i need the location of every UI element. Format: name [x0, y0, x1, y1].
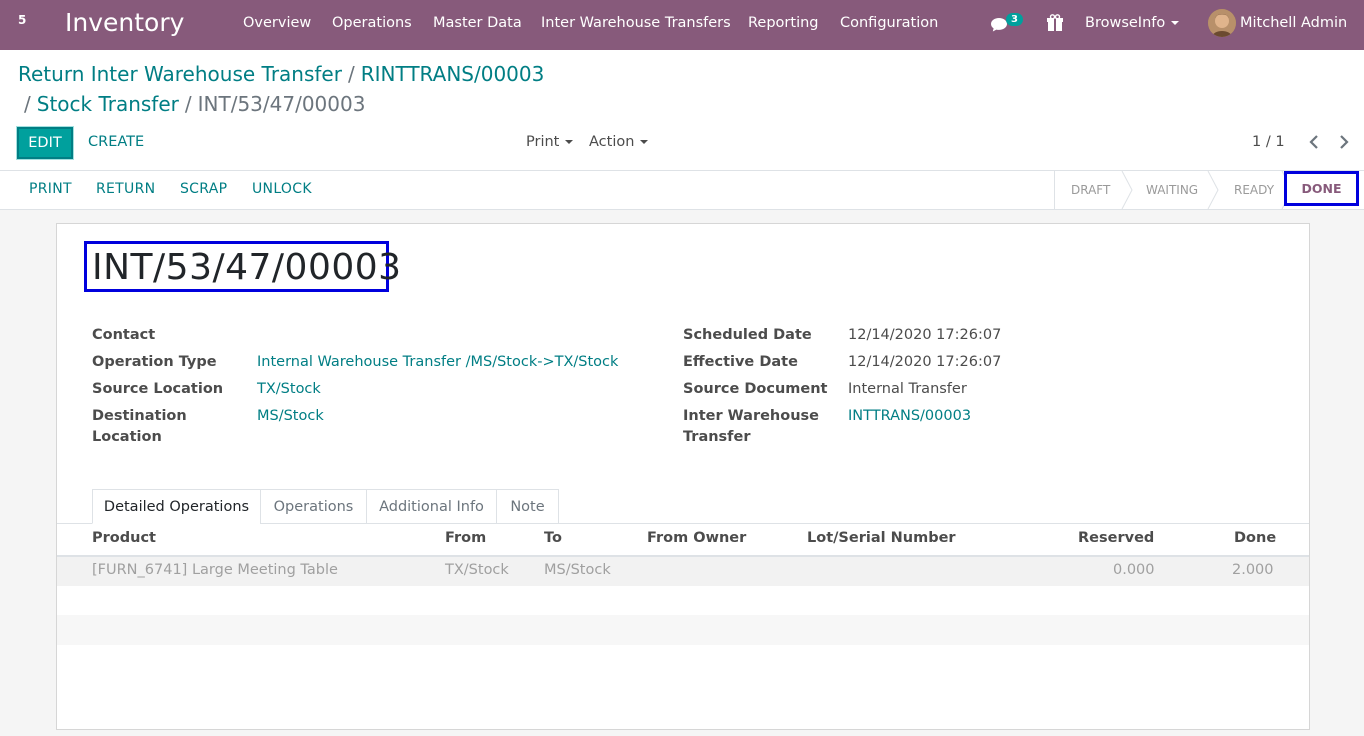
row-from: TX/Stock: [445, 562, 509, 578]
stage-ready[interactable]: READY: [1234, 171, 1274, 209]
destination-location-value[interactable]: MS/Stock: [257, 406, 324, 427]
inter-warehouse-transfer-value[interactable]: INTTRANS/00003: [848, 406, 971, 427]
column-from-owner[interactable]: From Owner: [647, 530, 746, 546]
breadcrumb-separator: /: [184, 92, 192, 116]
company-switcher[interactable]: BrowseInfo: [1085, 15, 1180, 31]
contact-label: Contact: [92, 327, 156, 343]
menu-configuration[interactable]: Configuration: [840, 15, 938, 31]
menu-inter-warehouse-transfers[interactable]: Inter Warehouse Transfers: [541, 15, 731, 31]
destination-location-label: Destination Location: [92, 408, 187, 445]
stage-draft[interactable]: DRAFT: [1071, 171, 1110, 209]
stage-done[interactable]: DONE: [1284, 171, 1359, 206]
operation-type-label: Operation Type: [92, 354, 217, 370]
tab-note[interactable]: Note: [496, 489, 559, 524]
row-done: 2.000: [1232, 562, 1274, 578]
form-sheet: INT/53/47/00003 Contact Operation Type I…: [56, 223, 1310, 730]
breadcrumb-separator: /: [347, 62, 355, 86]
breadcrumb-rinttrans[interactable]: RINTTRANS/00003: [361, 62, 545, 86]
column-to[interactable]: To: [544, 530, 562, 546]
action-dropdown-label: Action: [589, 134, 635, 150]
app-brand[interactable]: Inventory: [65, 8, 184, 37]
breadcrumb-separator: /: [24, 92, 31, 116]
tab-detailed-operations[interactable]: Detailed Operations: [92, 489, 261, 524]
stage-waiting[interactable]: WAITING: [1146, 171, 1198, 209]
breadcrumb: Return Inter Warehouse Transfer / RINTTRAN…: [18, 62, 544, 86]
source-document-value: Internal Transfer: [848, 381, 967, 397]
edit-button[interactable]: EDIT: [16, 126, 74, 160]
status-bar: PRINT RETURN SCRAP UNLOCK DRAFT WAITING …: [0, 171, 1364, 210]
table-header: Product From To From Owner Lot/Serial Nu…: [57, 524, 1309, 557]
user-avatar-icon: [1208, 9, 1236, 37]
operation-type-value[interactable]: Internal Warehouse Transfer /MS/Stock->T…: [257, 352, 618, 373]
pager-value[interactable]: 1 / 1: [1252, 134, 1285, 150]
source-document-label: Source Document: [683, 381, 828, 397]
scheduled-date-value: 12/14/2020 17:26:07: [848, 327, 1002, 343]
row-to: MS/Stock: [544, 562, 611, 578]
column-product[interactable]: Product: [92, 530, 156, 546]
column-done[interactable]: Done: [1234, 530, 1276, 546]
tab-additional-info[interactable]: Additional Info: [366, 489, 497, 524]
column-lot-serial[interactable]: Lot/Serial Number: [807, 530, 956, 546]
breadcrumb-return-transfer[interactable]: Return Inter Warehouse Transfer: [18, 62, 342, 86]
tab-operations[interactable]: Operations: [260, 489, 367, 524]
stage-pipeline: DRAFT WAITING READY: [1054, 171, 1293, 209]
action-dropdown[interactable]: Action: [589, 134, 649, 150]
control-panel: Return Inter Warehouse Transfer / RINTTRAN…: [0, 50, 1364, 171]
chat-button[interactable]: 3: [990, 13, 1026, 36]
scheduled-date-label: Scheduled Date: [683, 327, 812, 343]
create-button[interactable]: CREATE: [88, 134, 144, 150]
inter-warehouse-transfer-label: Inter Warehouse Transfer: [683, 408, 820, 445]
breadcrumb-line-2: / Stock Transfer / INT/53/47/00003: [24, 92, 365, 116]
menu-operations[interactable]: Operations: [332, 15, 412, 31]
effective-date-label: Effective Date: [683, 354, 798, 370]
top-navbar: 5 Inventory Overview Operations Master D…: [0, 0, 1364, 50]
chevron-down-icon: [1171, 21, 1180, 25]
breadcrumb-stock-transfer[interactable]: Stock Transfer: [37, 92, 179, 116]
scrap-button[interactable]: SCRAP: [180, 181, 227, 197]
menu-overview[interactable]: Overview: [243, 15, 311, 31]
row-product: [FURN_6741] Large Meeting Table: [92, 562, 338, 578]
print-dropdown-label: Print: [526, 134, 560, 150]
breadcrumb-current: INT/53/47/00003: [197, 92, 366, 116]
user-menu[interactable]: Mitchell Admin: [1240, 15, 1347, 31]
chevron-right-icon[interactable]: [1337, 132, 1351, 152]
menu-reporting[interactable]: Reporting: [748, 15, 819, 31]
table-row[interactable]: [FURN_6741] Large Meeting Table TX/Stock…: [57, 557, 1309, 586]
table-empty-row: [57, 615, 1309, 645]
row-reserved: 0.000: [1113, 562, 1155, 578]
chevron-down-icon: [640, 140, 649, 144]
chevron-down-icon: [565, 140, 574, 144]
column-from[interactable]: From: [445, 530, 486, 546]
gift-icon[interactable]: [1046, 14, 1064, 32]
company-name: BrowseInfo: [1085, 15, 1166, 31]
effective-date-value: 12/14/2020 17:26:07: [848, 354, 1002, 370]
unlock-button[interactable]: UNLOCK: [252, 181, 312, 197]
chevron-left-icon[interactable]: [1307, 132, 1321, 152]
print-dropdown[interactable]: Print: [526, 134, 574, 150]
apps-menu-icon[interactable]: 5: [18, 13, 26, 27]
menu-master-data[interactable]: Master Data: [433, 15, 522, 31]
print-button[interactable]: PRINT: [29, 181, 72, 197]
avatar[interactable]: [1208, 9, 1236, 37]
source-location-label: Source Location: [92, 381, 224, 397]
return-button[interactable]: RETURN: [96, 181, 155, 197]
source-location-value[interactable]: TX/Stock: [257, 379, 321, 400]
chat-count-badge: 3: [1006, 13, 1023, 26]
record-title: INT/53/47/00003: [92, 247, 402, 288]
column-reserved[interactable]: Reserved: [1078, 530, 1154, 546]
